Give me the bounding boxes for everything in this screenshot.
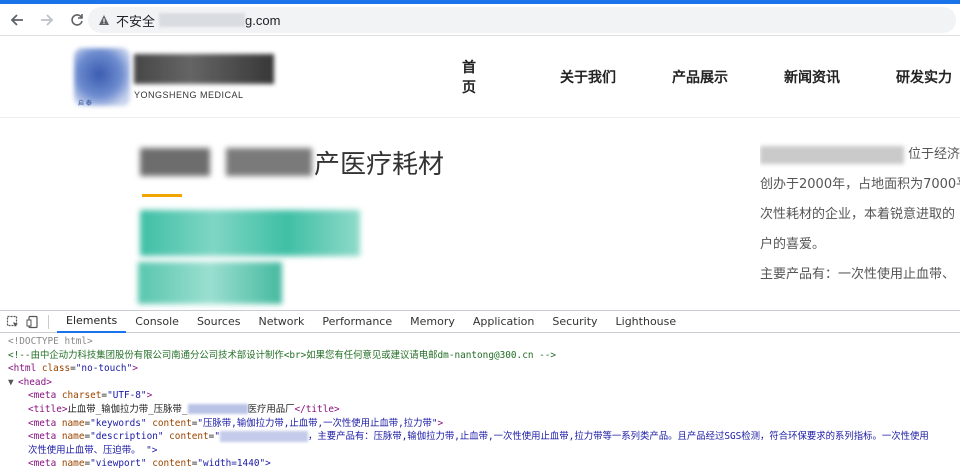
tab-network[interactable]: Network [249,311,313,333]
intro-line-1: 位于经济 [760,140,960,170]
site-logo[interactable]: YONGSHENG MEDICAL 启 泰 [72,44,282,110]
tab-performance[interactable]: Performance [313,311,401,333]
viewport-content-value: "width=1440"> [197,458,271,470]
device-toolbar-icon[interactable] [26,315,40,329]
devtools-separator [48,314,49,329]
reload-button[interactable] [64,7,90,33]
nav-item-rd[interactable]: 研发实力 [896,67,960,87]
tab-lighthouse[interactable]: Lighthouse [607,311,686,333]
html-attr: class [41,363,71,375]
hero-title: 产医疗耗材 [140,144,444,180]
site-header: YONGSHENG MEDICAL 启 泰 首页 关于我们 产品展示 新闻资讯 … [0,36,960,118]
nav-item-about[interactable]: 关于我们 [560,67,640,87]
devtools-tabbar: Elements Console Sources Network Perform… [0,311,960,333]
nav-item-home[interactable]: 首页 [462,57,476,97]
head-tag: <head> [18,376,52,388]
dom-line-title[interactable]: <title>止血带_输伽拉力带_压脉带_ 医疗用品厂</title> [8,403,960,417]
name-attr: name [61,417,85,429]
dom-line-meta-description-cont: 次性使用止血带、压迫带。 "> [8,444,960,458]
logo-subtitle: YONGSHENG MEDICAL [134,90,244,100]
intro-line-2: 创办于2000年，占地面积为7000平 [760,177,960,192]
intro-line-3: 次性耗材的企业，本着锐意进取的 [760,207,956,222]
logo-text-redacted [134,54,274,84]
tab-security[interactable]: Security [543,311,606,333]
hero-accent-line [142,194,182,197]
content-attr: content [169,431,209,443]
html-attr-value: "no-touch" [75,363,133,375]
logo-tiny-text: 启 泰 [78,100,92,107]
dom-line-meta-viewport[interactable]: <meta name="viewport" content="width=144… [8,457,960,471]
dom-line-meta-charset[interactable]: <meta charset="UTF-8"> [8,389,960,403]
arrow-left-icon [10,13,23,26]
arrow-right-icon [41,13,54,26]
intro-line-1-text: 位于经济 [907,147,960,162]
dom-line-html[interactable]: <html class="no-touch"> [8,362,960,376]
charset-value: "UTF-8" [107,390,147,402]
intro-line-4: 户的喜爱。 [760,237,826,252]
keywords-name-value: "keywords" [90,417,147,429]
devtools-panel: Elements Console Sources Network Perform… [0,310,960,476]
content-attr: content [152,458,192,470]
address-bar[interactable]: 不安全 g.com [88,7,956,33]
dom-line-head[interactable]: ▼ <head> [8,376,960,390]
reload-icon [71,13,83,26]
hero-brand-redacted-2 [138,262,282,304]
dom-line-meta-description[interactable]: <meta name="description" content=" ，主要产品有… [8,430,960,444]
not-secure-label: 不安全 [116,13,156,29]
forward-button[interactable] [34,7,60,33]
inspect-element-icon[interactable] [6,315,20,329]
title-text-a: 止血带_输伽拉力带_压脉带_ [67,403,188,415]
title-close-tag: </title> [294,403,340,415]
browser-toolbar: 不安全 g.com [0,4,960,36]
charset-attr: charset [61,390,102,402]
back-button[interactable] [4,7,30,33]
meta-tag: <meta [28,458,57,470]
comment-text: <!--由中企动力科技集团股份有限公司南通分公司技术部设计制作<br>如果您有任… [8,349,557,361]
meta-tag: <meta [28,417,57,429]
title-redacted [187,404,248,415]
viewport-name-value: "viewport" [90,458,147,470]
content-attr: content [152,417,192,429]
nav-item-news[interactable]: 新闻资讯 [784,67,864,87]
web-page: YONGSHENG MEDICAL 启 泰 首页 关于我们 产品展示 新闻资讯 … [0,36,960,310]
description-content-value: ，主要产品有：压脉带,输伽拉力带,止血带,一次性使用止血带,拉力带等一系列类产品… [307,431,929,443]
hero-title-redacted-1 [140,148,210,176]
meta-tag: <meta [28,431,57,443]
nav-item-products[interactable]: 产品展示 [672,67,752,87]
tab-memory[interactable]: Memory [401,311,464,333]
hero-title-redacted-2 [226,148,312,176]
title-open-tag: <title> [28,403,68,415]
hero-title-text: 产医疗耗材 [314,149,445,180]
description-name-value: "description" [90,431,164,443]
url-text: g.com [245,12,281,28]
redacted-domain [159,13,246,27]
title-text-b: 医疗用品厂 [247,403,295,415]
intro-redacted-name [760,146,904,164]
dom-line-doctype[interactable]: <!DOCTYPE html> [8,335,960,349]
tab-application[interactable]: Application [464,311,543,333]
dom-line-meta-keywords[interactable]: <meta name="keywords" content="压脉带,输伽拉力带… [8,417,960,431]
keywords-content-value: "压脉带,输伽拉力带,止血带,一次性使用止血带,拉力带" [197,417,438,429]
expand-triangle-icon[interactable]: ▼ [8,376,18,390]
intro-line-5: 主要产品有：一次性使用止血带、 [760,267,956,282]
tab-elements[interactable]: Elements [57,311,127,333]
hero-brand-redacted-1 [140,210,360,256]
name-attr: name [61,458,85,470]
dom-line-comment[interactable]: <!--由中企动力科技集团股份有限公司南通分公司技术部设计制作<br>如果您有任… [8,349,960,363]
company-intro: 位于经济 创办于2000年，占地面积为7000平 次性耗材的企业，本着锐意进取的… [760,140,960,290]
description-redacted [219,431,308,443]
tab-console[interactable]: Console [126,311,188,333]
description-continuation: 次性使用止血带、压迫带。 "> [28,444,158,456]
html-tag: <html [8,363,37,375]
warning-icon [99,15,109,25]
tab-sources[interactable]: Sources [188,311,250,333]
name-attr: name [61,431,85,443]
elements-tree: <!DOCTYPE html> <!--由中企动力科技集团股份有限公司南通分公司… [0,333,960,471]
meta-tag: <meta [28,390,57,402]
doctype-text: <!DOCTYPE html> [8,336,93,347]
